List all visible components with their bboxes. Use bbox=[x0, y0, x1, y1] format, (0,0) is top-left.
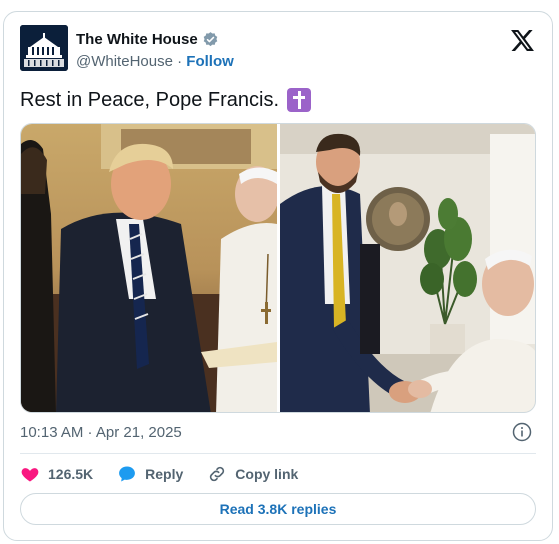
reply-button[interactable]: Reply bbox=[117, 464, 183, 484]
reply-bubble-icon bbox=[119, 466, 136, 482]
action-bar: 126.5K Reply Copy link bbox=[20, 462, 322, 486]
follow-button[interactable]: Follow bbox=[186, 53, 234, 70]
tweet-text: Rest in Peace, Pope Francis. bbox=[20, 88, 312, 112]
like-count: 126.5K bbox=[48, 466, 94, 482]
handle-row: @WhiteHouse · Follow bbox=[76, 53, 234, 70]
latin-cross-icon bbox=[287, 88, 312, 112]
copy-link-label: Copy link bbox=[235, 466, 299, 482]
info-icon[interactable] bbox=[512, 422, 532, 442]
tweet-body: Rest in Peace, Pope Francis. bbox=[20, 88, 280, 111]
display-name[interactable]: The White House bbox=[76, 31, 198, 48]
tweet-timestamp[interactable]: 10:13 AM · Apr 21, 2025 bbox=[20, 424, 182, 441]
tweet-card: The White House @WhiteHouse · Follow Res… bbox=[3, 11, 553, 541]
reply-label: Reply bbox=[145, 466, 184, 482]
copy-link-button[interactable]: Copy link bbox=[207, 464, 298, 484]
heart-icon bbox=[21, 468, 39, 482]
account-name-row: The White House bbox=[76, 31, 219, 48]
photo-meeting-left[interactable] bbox=[21, 124, 279, 412]
read-replies-button[interactable]: Read 3.8K replies bbox=[20, 493, 536, 525]
like-button[interactable]: 126.5K bbox=[20, 464, 93, 484]
link-icon bbox=[210, 466, 225, 482]
avatar[interactable] bbox=[20, 25, 68, 71]
divider bbox=[20, 453, 536, 454]
handle[interactable]: @WhiteHouse bbox=[76, 53, 173, 70]
media-grid bbox=[20, 123, 536, 413]
x-logo-icon[interactable] bbox=[511, 30, 534, 51]
verified-badge-icon bbox=[202, 31, 219, 48]
handle-separator: · bbox=[177, 53, 183, 70]
photo-handshake-right[interactable] bbox=[280, 124, 535, 412]
read-replies-label: Read 3.8K replies bbox=[219, 501, 337, 517]
